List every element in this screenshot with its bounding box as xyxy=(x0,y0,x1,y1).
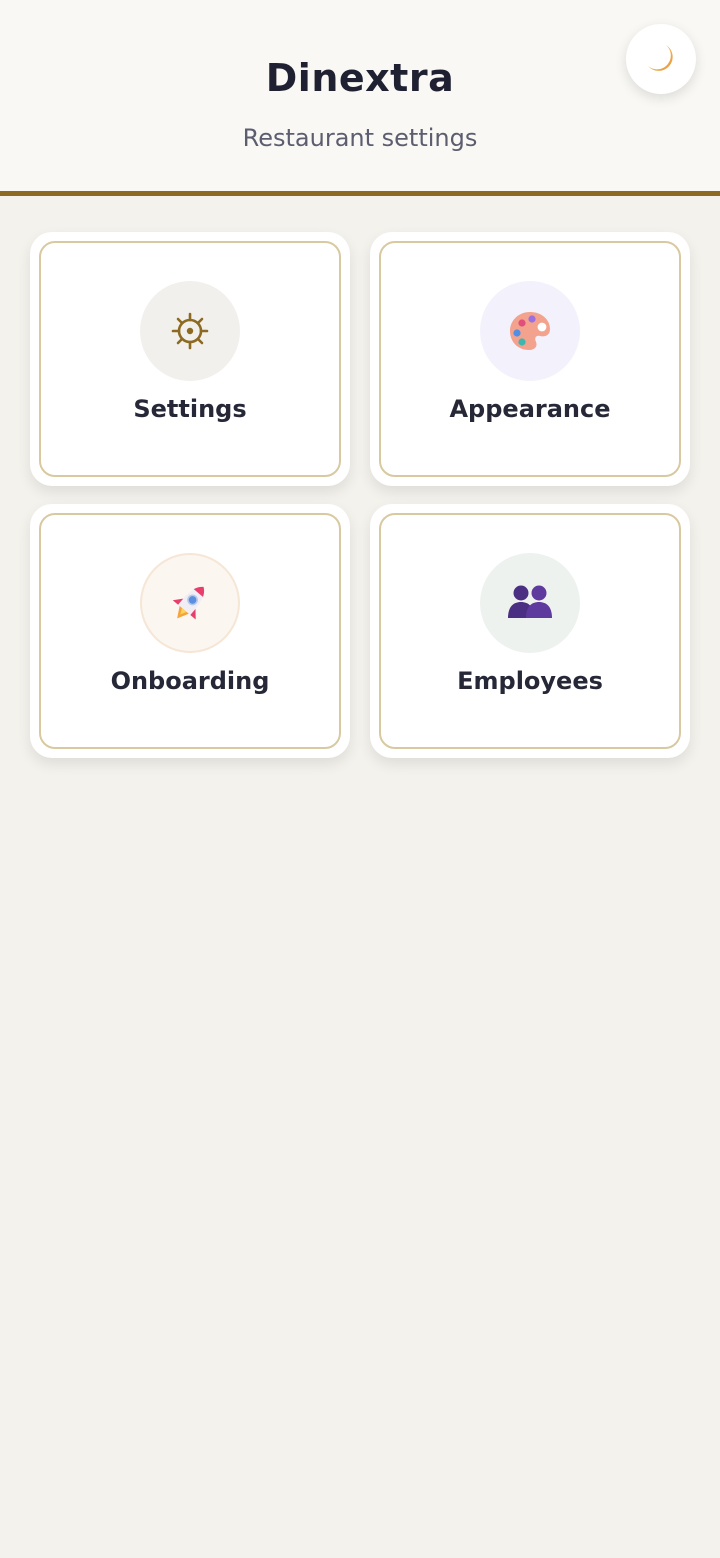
settings-menu-grid: Settings Appearance Onboarding Employees xyxy=(30,232,690,758)
card-label-settings: Settings xyxy=(133,395,247,423)
page-subtitle: Restaurant settings xyxy=(242,124,478,152)
rocket-icon xyxy=(172,586,205,620)
card-label-appearance: Appearance xyxy=(449,395,611,423)
onboarding-card[interactable]: Onboarding xyxy=(30,504,350,758)
card-frame: Employees xyxy=(379,513,681,749)
card-frame: Settings xyxy=(39,241,341,477)
app-header: Dinextra Restaurant settings xyxy=(0,0,720,196)
people-icon xyxy=(508,585,552,618)
card-frame: Onboarding xyxy=(39,513,341,749)
card-frame: Appearance xyxy=(379,241,681,477)
palette-icon xyxy=(510,312,550,350)
icon-badge xyxy=(140,281,240,381)
card-label-employees: Employees xyxy=(457,667,603,695)
theme-toggle-button[interactable] xyxy=(626,24,696,94)
card-label-onboarding: Onboarding xyxy=(110,667,270,695)
icon-badge xyxy=(480,281,580,381)
employees-card[interactable]: Employees xyxy=(370,504,690,758)
gear-icon xyxy=(171,312,209,350)
settings-card[interactable]: Settings xyxy=(30,232,350,486)
app-title: Dinextra xyxy=(265,56,455,100)
moon-icon xyxy=(648,45,673,71)
icon-badge xyxy=(480,553,580,653)
icon-badge xyxy=(140,553,240,653)
appearance-card[interactable]: Appearance xyxy=(370,232,690,486)
